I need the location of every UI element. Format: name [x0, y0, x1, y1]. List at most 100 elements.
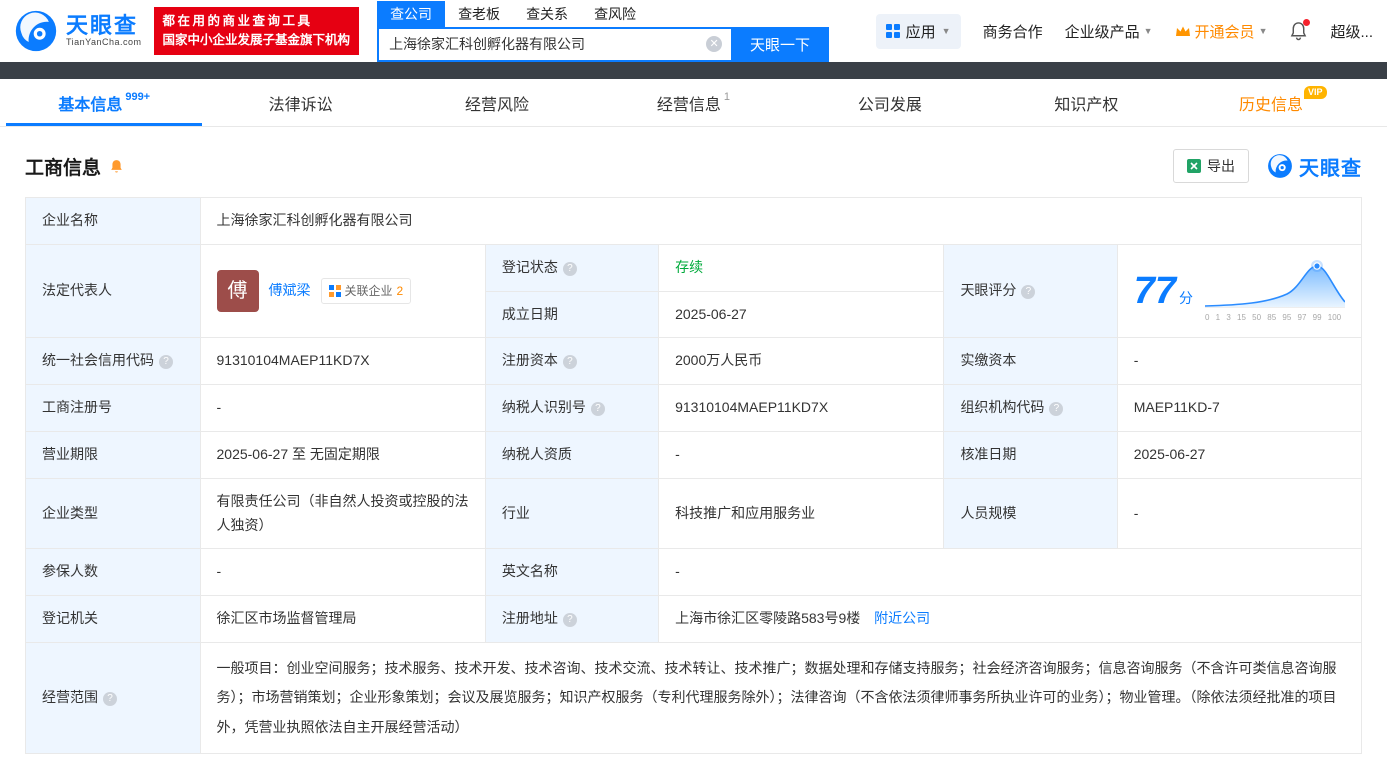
table-row: 登记机关 徐汇区市场监督管理局 注册地址? 上海市徐汇区零陵路583号9楼 附近…	[25, 595, 1362, 643]
company-detail-tabs: 基本信息 999+ 法律诉讼 经营风险 经营信息 1 公司发展 知识产权 历史信…	[0, 79, 1387, 127]
search-tab-company[interactable]: 查公司	[377, 0, 446, 27]
nearby-companies-link[interactable]: 附近公司	[874, 610, 930, 626]
business-term-label: 营业期限	[25, 430, 201, 479]
reg-capital-value: 2000万人民币	[658, 337, 945, 386]
notification-bell[interactable]	[1289, 19, 1311, 41]
paid-capital-label: 实缴资本	[943, 337, 1118, 386]
score-label: 天眼评分?	[943, 243, 1118, 339]
reg-status-value: 存续	[658, 243, 945, 292]
help-icon[interactable]: ?	[103, 692, 117, 707]
table-row: 营业期限 2025-06-27 至 无固定期限 纳税人资质 - 核准日期 202…	[25, 430, 1363, 479]
main-content: 工商信息 导出 天眼查 企业名称 上海徐家汇科创孵化器有限公司 法定代表人 傅 …	[0, 149, 1387, 755]
reg-status-label: 登记状态?	[484, 243, 660, 292]
credit-code-label: 统一社会信用代码?	[25, 337, 201, 386]
table-row: 参保人数 - 英文名称 -	[25, 548, 1362, 597]
app-menu[interactable]: 应用 ▼	[875, 13, 961, 49]
insured-count-label: 参保人数	[25, 548, 201, 597]
top-header: 天眼查 TianYanCha.com 都在用的商业查询工具 国家中小企业发展子基…	[0, 0, 1387, 62]
reg-authority-value: 徐汇区市场监督管理局	[199, 595, 486, 643]
reg-address-label: 注册地址?	[484, 595, 660, 643]
section-title: 工商信息	[25, 153, 125, 180]
related-companies-icon	[328, 285, 341, 298]
chevron-down-icon: ▼	[1143, 26, 1153, 36]
tab-basic-label: 基本信息	[58, 96, 123, 114]
export-button[interactable]: 导出	[1173, 149, 1249, 183]
table-row: 经营范围? 一般项目：创业空间服务；技术服务、技术开发、技术咨询、技术交流、技术…	[25, 641, 1362, 755]
tab-legal-proceedings[interactable]: 法律诉讼	[202, 79, 398, 126]
legal-rep-value: 傅 傅斌梁 关联企业 2	[199, 243, 486, 339]
search-tabs: 查公司 查老板 查关系 查风险	[377, 0, 829, 27]
tab-operating-risk[interactable]: 经营风险	[399, 79, 595, 126]
tab-operating-info[interactable]: 经营信息 1	[595, 79, 791, 126]
tab-operation-badge: 1	[723, 90, 731, 103]
status-text: 存续	[675, 258, 704, 275]
tab-intellectual-property[interactable]: 知识产权	[988, 79, 1184, 126]
score-value: 77 分	[1133, 270, 1193, 313]
export-label: 导出	[1207, 158, 1235, 174]
help-icon[interactable]: ?	[590, 402, 605, 417]
help-icon[interactable]: ?	[1021, 285, 1036, 300]
app-menu-label: 应用	[905, 23, 936, 41]
search-area: 查公司 查老板 查关系 查风险 ✕ 天眼一下	[377, 0, 830, 62]
clear-icon[interactable]: ✕	[706, 36, 723, 52]
taxpayer-quality-label: 纳税人资质	[484, 430, 660, 479]
search-button[interactable]: 天眼一下	[731, 26, 830, 62]
header-divider-band	[0, 62, 1387, 79]
company-name-label: 企业名称	[25, 197, 201, 245]
nav-enterprise-products[interactable]: 企业级产品 ▼	[1065, 21, 1153, 42]
brand-name: 天眼查	[66, 12, 139, 38]
legal-rep-avatar[interactable]: 傅	[216, 270, 259, 313]
search-tab-relation[interactable]: 查关系	[513, 1, 581, 27]
help-icon[interactable]: ?	[159, 355, 173, 370]
tab-history-info[interactable]: 历史信息 VIP	[1185, 79, 1381, 126]
nav-cooperation[interactable]: 商务合作	[983, 21, 1043, 42]
table-row: 统一社会信用代码? 91310104MAEP11KD7X 注册资本? 2000万…	[25, 337, 1363, 386]
insured-count-value: -	[199, 548, 486, 597]
open-vip-label: 开通会员	[1194, 23, 1255, 41]
help-icon[interactable]: ?	[1049, 402, 1064, 417]
english-name-label: 英文名称	[484, 548, 660, 597]
staff-size-label: 人员规模	[943, 477, 1118, 550]
tab-basic-info[interactable]: 基本信息 999+	[6, 79, 202, 126]
section-title-text: 工商信息	[25, 157, 102, 179]
taxpayer-id-value: 91310104MAEP11KD7X	[658, 384, 945, 432]
table-row: 工商注册号 - 纳税人识别号? 91310104MAEP11KD7X 组织机构代…	[25, 384, 1363, 432]
help-icon[interactable]: ?	[562, 613, 577, 628]
tianyancha-logo[interactable]: 天眼查 TianYanCha.com	[14, 9, 142, 53]
industry-value: 科技推广和应用服务业	[658, 477, 945, 550]
nav-user[interactable]: 超级...	[1330, 21, 1373, 42]
reg-number-label: 工商注册号	[25, 384, 201, 432]
excel-icon	[1187, 159, 1201, 173]
org-code-label: 组织机构代码?	[943, 384, 1118, 432]
tab-basic-badge: 999+	[125, 90, 151, 103]
approval-date-value: 2025-06-27	[1116, 430, 1363, 479]
taxpayer-id-label: 纳税人识别号?	[484, 384, 660, 432]
slogan-line1: 都在用的商业查询工具	[162, 13, 313, 28]
alarm-bell-icon[interactable]	[108, 158, 125, 175]
slogan-badge: 都在用的商业查询工具 国家中小企业发展子基金旗下机构	[153, 6, 360, 56]
english-name-value: -	[658, 548, 1362, 597]
search-box: ✕	[377, 26, 732, 62]
tab-history-label: 历史信息	[1238, 96, 1303, 114]
search-tab-boss[interactable]: 查老板	[445, 1, 513, 27]
legal-rep-link[interactable]: 傅斌梁	[269, 279, 311, 303]
industry-label: 行业	[484, 477, 660, 550]
reg-authority-label: 登记机关	[25, 595, 201, 643]
tab-company-development[interactable]: 公司发展	[792, 79, 988, 126]
related-companies-badge[interactable]: 关联企业 2	[320, 277, 412, 305]
help-icon[interactable]: ?	[562, 355, 577, 370]
logo-swirl-icon	[15, 10, 57, 52]
open-vip-link[interactable]: 开通会员 ▼	[1175, 21, 1267, 42]
score-curve-icon	[1205, 259, 1345, 308]
score-chart: 0 1 3 15 50 85 95 97 99 100	[1205, 258, 1345, 325]
search-tab-risk[interactable]: 查风险	[581, 1, 649, 27]
staff-size-value: -	[1116, 477, 1363, 550]
notification-dot	[1303, 19, 1311, 26]
tab-legal-label: 法律诉讼	[268, 96, 333, 114]
top-nav: 应用 ▼ 商务合作 企业级产品 ▼ 开通会员 ▼ 超级...	[875, 13, 1373, 49]
reg-capital-label: 注册资本?	[484, 337, 660, 386]
related-companies-label: 关联企业	[344, 283, 393, 298]
logo-swirl-icon	[1268, 154, 1292, 178]
search-input[interactable]	[379, 36, 707, 52]
help-icon[interactable]: ?	[562, 261, 577, 276]
